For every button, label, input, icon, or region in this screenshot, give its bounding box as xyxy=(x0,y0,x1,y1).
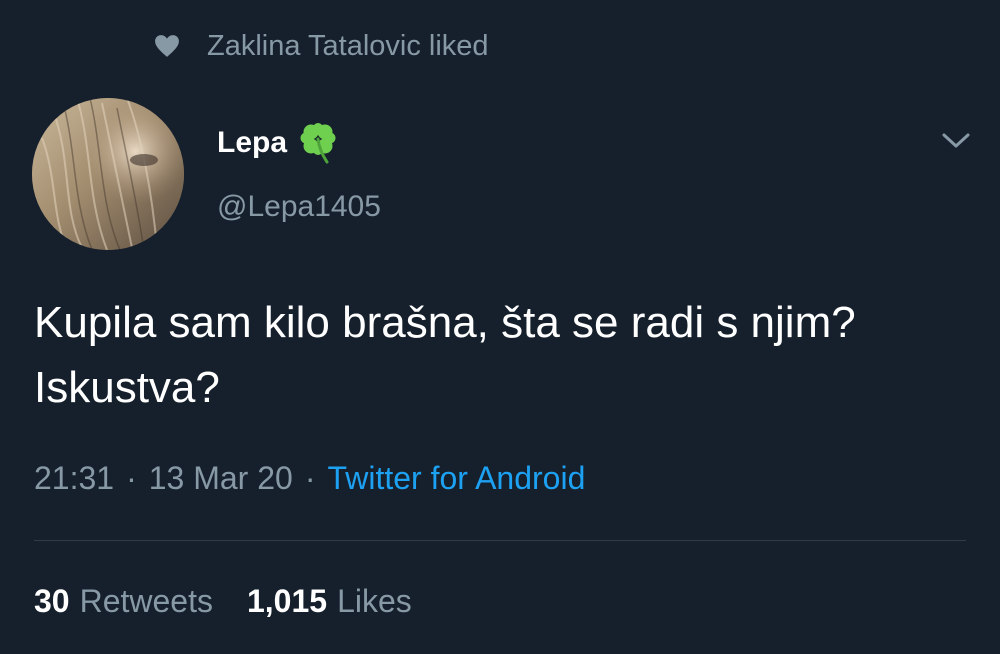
tweet-text: Kupila sam kilo brašna, šta se radi s nj… xyxy=(34,298,856,412)
tweet-meta: 21:31 · 13 Mar 20 · Twitter for Android xyxy=(34,460,585,497)
heart-icon xyxy=(152,31,182,61)
meta-separator: · xyxy=(126,460,137,496)
tweet-source-link[interactable]: Twitter for Android xyxy=(327,460,585,496)
retweets-label: Retweets xyxy=(79,583,213,619)
social-context[interactable]: Zaklina Tatalovic liked xyxy=(152,26,489,66)
avatar[interactable] xyxy=(32,98,184,250)
tweet-stats: 30 Retweets 1,015 Likes xyxy=(34,583,446,620)
social-context-text: Zaklina Tatalovic liked xyxy=(207,29,489,62)
meta-separator: · xyxy=(304,460,316,496)
retweets-stat[interactable]: 30 Retweets xyxy=(34,583,213,620)
author-name-row[interactable]: Lepa xyxy=(217,118,341,168)
tweet-date: 13 Mar 20 xyxy=(148,460,293,496)
likes-label: Likes xyxy=(337,583,412,619)
divider xyxy=(34,540,966,541)
likes-count: 1,015 xyxy=(246,583,328,619)
four-leaf-clover-icon xyxy=(295,120,341,166)
more-options-button[interactable] xyxy=(934,126,978,160)
retweets-count: 30 xyxy=(34,583,70,619)
author-handle[interactable]: @Lepa1405 xyxy=(217,190,381,224)
likes-stat[interactable]: 1,015 Likes xyxy=(247,583,412,620)
chevron-down-icon xyxy=(941,132,971,155)
tweet-time: 21:31 xyxy=(34,460,115,496)
author-display-name[interactable]: Lepa xyxy=(217,126,287,160)
